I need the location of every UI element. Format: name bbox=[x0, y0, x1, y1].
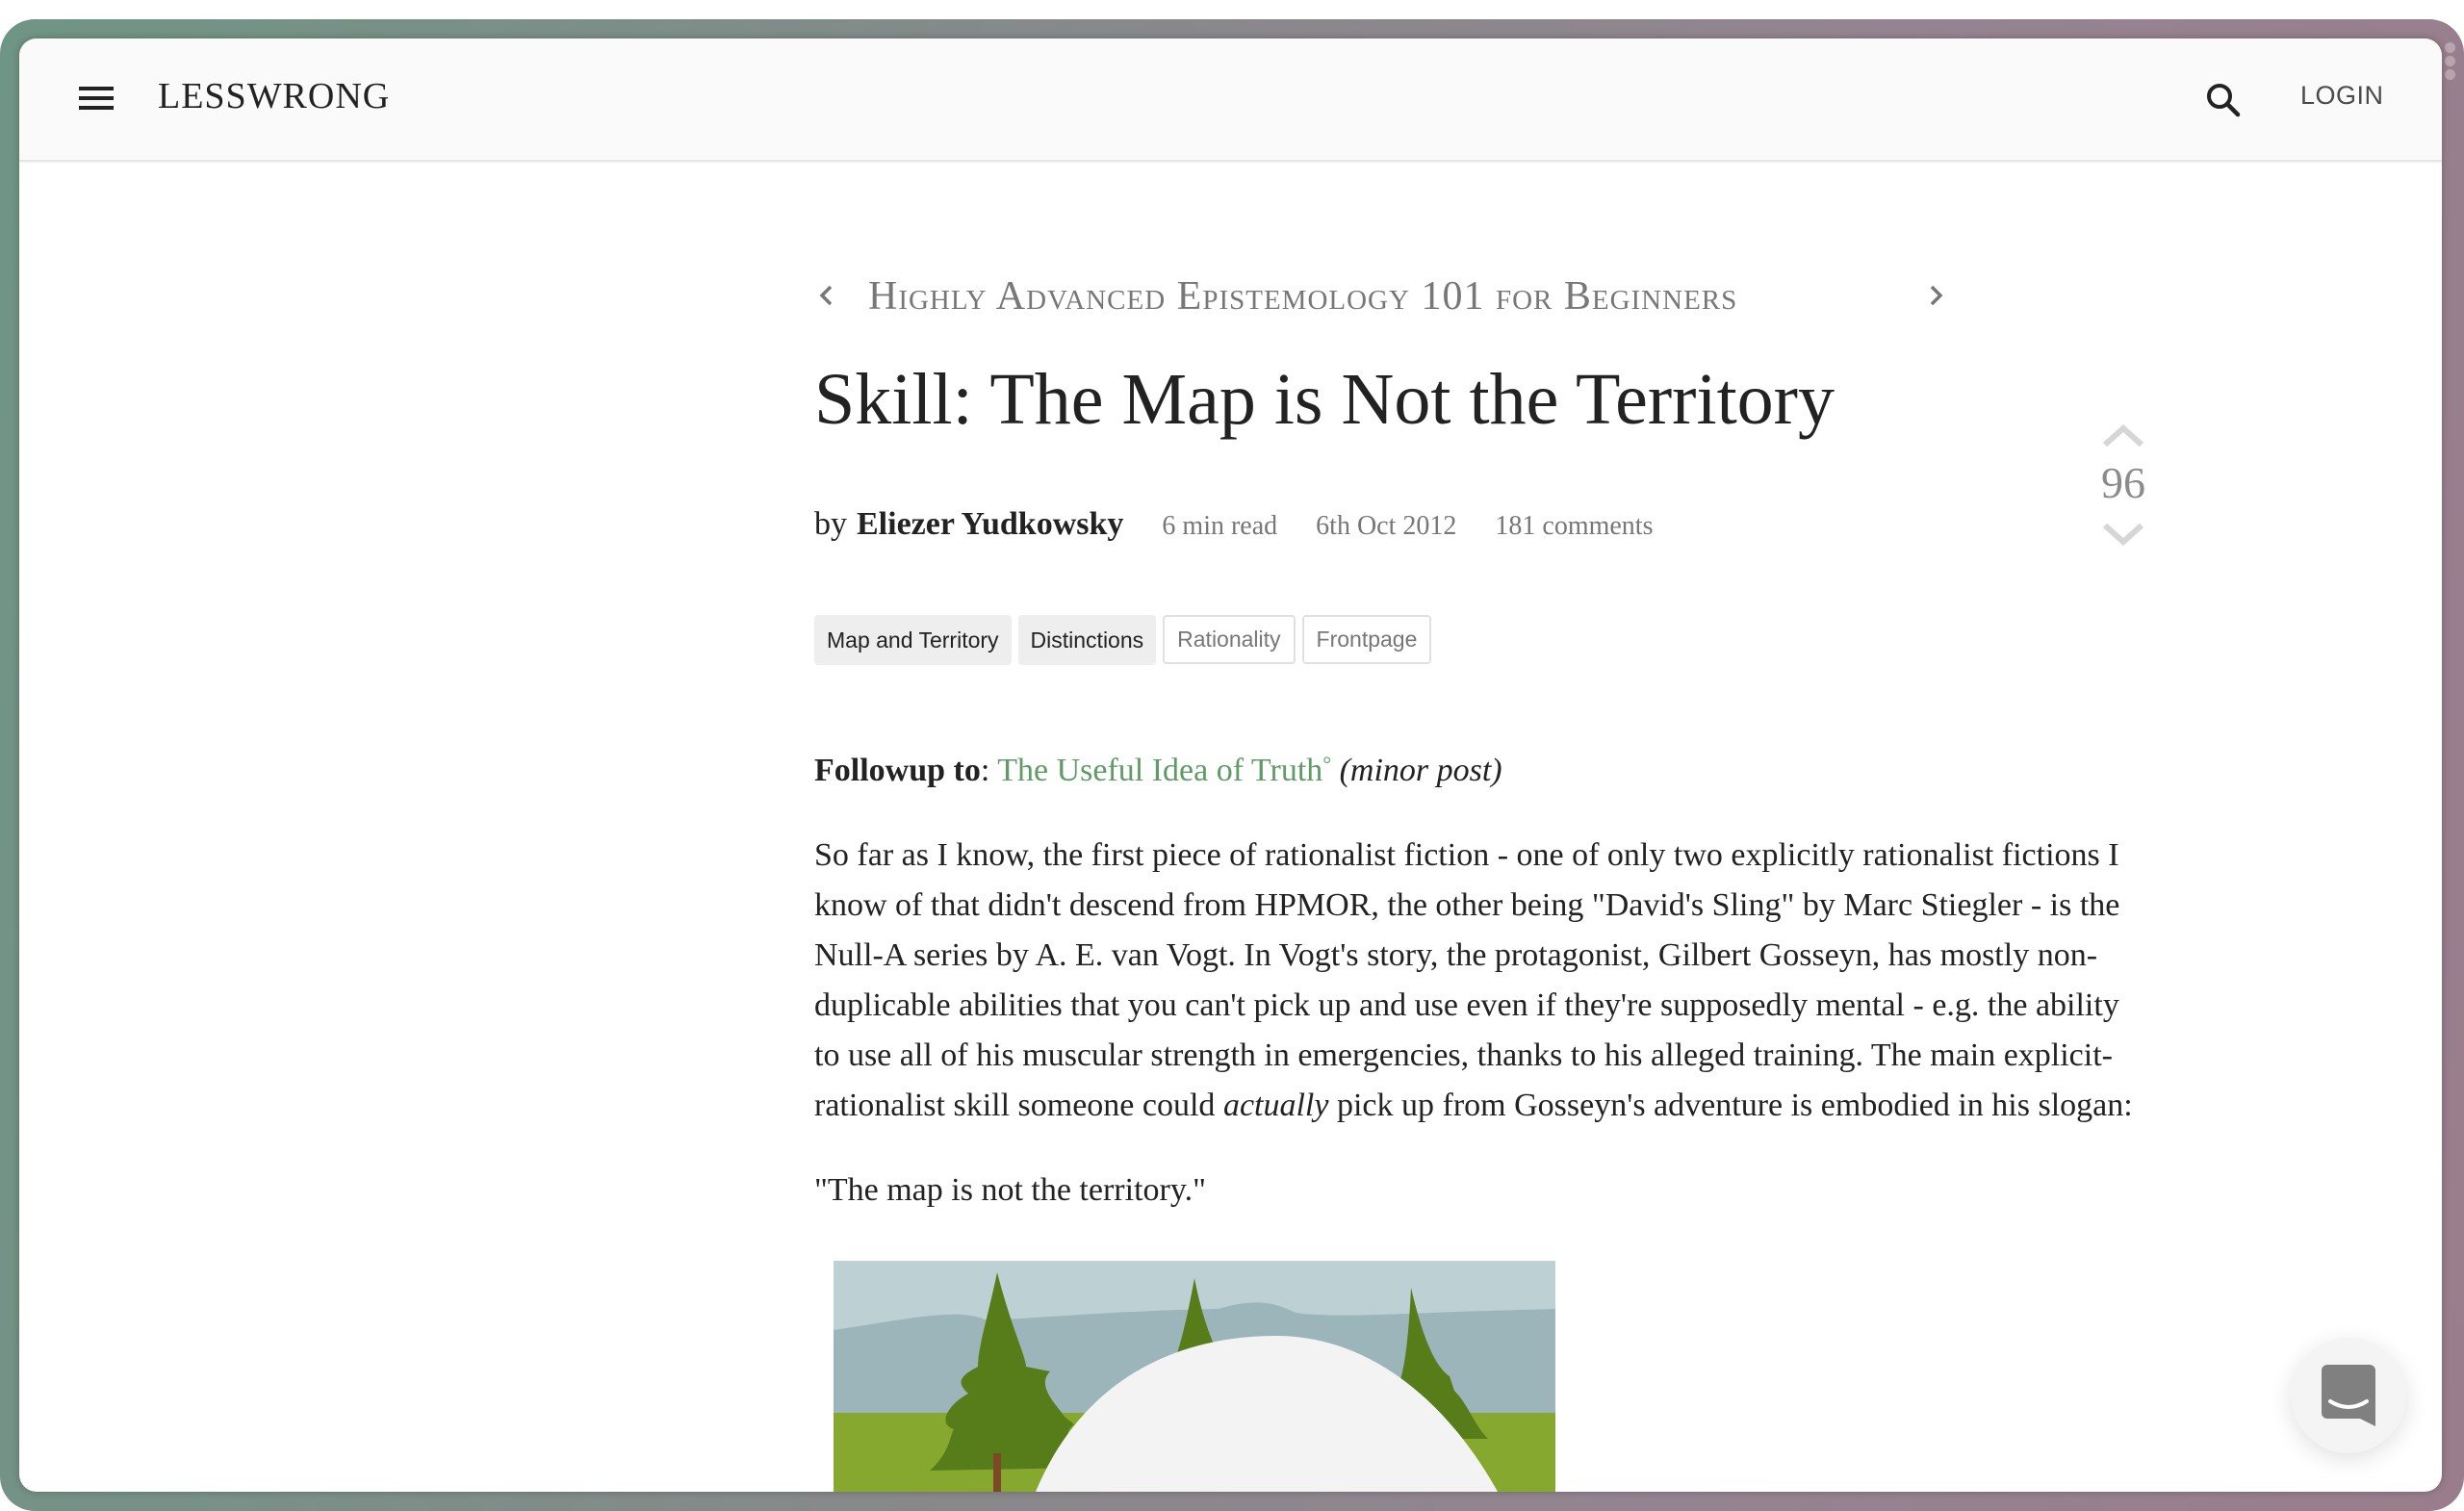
followup-colon: : bbox=[980, 753, 998, 788]
tag-list: Map and Territory Distinctions Rationali… bbox=[814, 615, 1432, 665]
vote-widget: 96 bbox=[2066, 423, 2181, 547]
post-title: Skill: The Map is Not the Territory bbox=[814, 359, 1835, 440]
chat-bubble-icon bbox=[2322, 1365, 2375, 1426]
author-link[interactable]: Eliezer Yudkowsky bbox=[857, 506, 1123, 543]
window-handle[interactable] bbox=[2445, 42, 2458, 83]
handle-dot bbox=[2445, 56, 2455, 66]
quote-paragraph: "The map is not the territory." bbox=[814, 1172, 1207, 1208]
link-marker: ° bbox=[1322, 752, 1332, 776]
site-logo[interactable]: LESSWRONG bbox=[158, 75, 390, 117]
browser-window: LESSWRONG LOGIN Highly Advanced Epistemo… bbox=[19, 38, 2442, 1492]
search-icon[interactable] bbox=[2204, 81, 2243, 119]
handle-dot bbox=[2445, 69, 2455, 80]
downvote-icon[interactable] bbox=[2101, 522, 2145, 547]
post-illustration bbox=[834, 1261, 1555, 1492]
followup-note: (minor post) bbox=[1339, 753, 1502, 788]
hamburger-menu-icon[interactable] bbox=[79, 87, 114, 112]
chat-launcher-button[interactable] bbox=[2291, 1338, 2406, 1453]
byline-by: by bbox=[814, 506, 847, 542]
login-button[interactable]: LOGIN bbox=[2300, 81, 2384, 111]
top-header: LESSWRONG LOGIN bbox=[19, 38, 2442, 162]
chevron-left-icon[interactable] bbox=[814, 281, 839, 310]
followup-link[interactable]: The Useful Idea of Truth° bbox=[997, 752, 1332, 788]
paragraph-emphasis: actually bbox=[1222, 1088, 1329, 1123]
tag-frontpage[interactable]: Frontpage bbox=[1301, 615, 1432, 664]
tag-map-and-territory[interactable]: Map and Territory bbox=[814, 615, 1012, 665]
handle-dot bbox=[2445, 42, 2455, 53]
post-body: Followup to: The Useful Idea of Truth° (… bbox=[814, 739, 2133, 1250]
karma-score: 96 bbox=[2101, 458, 2145, 507]
sequence-nav: Highly Advanced Epistemology 101 for Beg… bbox=[814, 273, 1969, 331]
post-byline: by Eliezer Yudkowsky 6 min read 6th Oct … bbox=[814, 506, 1653, 543]
post-date: 6th Oct 2012 bbox=[1316, 511, 1457, 541]
paragraph-text: pick up from Gosseyn's adventure is embo… bbox=[1328, 1088, 2133, 1123]
paragraph-text: So far as I know, the first piece of rat… bbox=[814, 837, 2120, 1123]
followup-line: Followup to: The Useful Idea of Truth° (… bbox=[814, 739, 2133, 796]
chevron-right-icon[interactable] bbox=[1923, 281, 1948, 310]
tag-rationality[interactable]: Rationality bbox=[1163, 615, 1296, 664]
read-time: 6 min read bbox=[1162, 511, 1278, 541]
comments-link[interactable]: 181 comments bbox=[1495, 511, 1653, 542]
tag-distinctions[interactable]: Distinctions bbox=[1017, 615, 1157, 665]
followup-label: Followup to bbox=[814, 753, 981, 788]
followup-link-text: The Useful Idea of Truth bbox=[997, 753, 1323, 788]
body-paragraph: So far as I know, the first piece of rat… bbox=[814, 831, 2133, 1131]
upvote-icon[interactable] bbox=[2101, 423, 2145, 448]
sequence-title-link[interactable]: Highly Advanced Epistemology 101 for Beg… bbox=[868, 273, 1737, 320]
